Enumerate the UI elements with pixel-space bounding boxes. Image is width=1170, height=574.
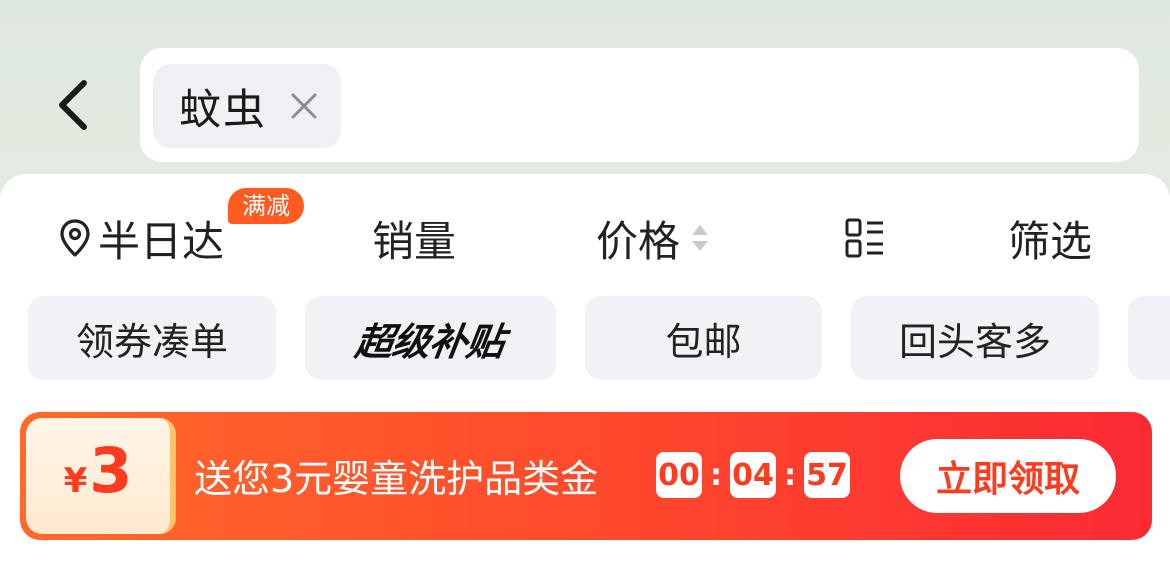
coupon-banner[interactable]: ¥ 3 送您3元婴童洗护品类金 00 : 04 : 57 立即领取	[20, 412, 1152, 540]
promo-badge: 满减	[228, 188, 304, 224]
close-icon[interactable]	[289, 91, 319, 121]
coupon-message: 送您3元婴童洗护品类金	[194, 457, 599, 501]
tab-sales-label: 销量	[372, 216, 457, 266]
countdown-timer: 00 : 04 : 57	[656, 452, 850, 498]
tab-half-day-label: 半日达	[98, 216, 225, 266]
back-button[interactable]	[40, 70, 104, 140]
coupon-currency: ¥	[63, 461, 88, 501]
quick-filter-more[interactable]	[1128, 296, 1170, 380]
location-pin-icon	[60, 219, 90, 257]
super-subsidy-logo: 超级补贴	[352, 319, 508, 364]
claim-coupon-button[interactable]: 立即领取	[900, 439, 1116, 513]
countdown-minutes: 04	[730, 452, 776, 498]
countdown-hours: 00	[656, 452, 702, 498]
results-panel: 半日达 满减 销量 价格 筛选 领券凑单 超级补贴 包邮 回头客多 ¥ 3 送您…	[0, 174, 1170, 574]
tab-half-day-delivery[interactable]: 半日达	[58, 208, 224, 268]
sort-updown-icon	[692, 225, 709, 251]
quick-filter-label: 包邮	[665, 319, 742, 364]
tab-sales[interactable]: 销量	[372, 208, 456, 268]
coupon-ticket: ¥ 3	[26, 418, 176, 534]
layout-toggle-button[interactable]	[844, 214, 886, 262]
countdown-seconds: 57	[804, 452, 850, 498]
countdown-separator: :	[784, 457, 796, 493]
search-box[interactable]: 蚊虫	[140, 48, 1139, 162]
search-keyword-chip[interactable]: 蚊虫	[153, 64, 342, 148]
tab-price-label: 价格	[596, 216, 681, 266]
quick-filter-repeat-buyers[interactable]: 回头客多	[851, 296, 1099, 380]
tab-filter[interactable]: 筛选	[1008, 208, 1092, 268]
quick-filter-free-shipping[interactable]: 包邮	[585, 296, 822, 380]
search-keyword-text: 蚊虫	[179, 84, 268, 134]
coupon-amount: 3	[89, 434, 133, 507]
quick-filter-super-subsidy[interactable]: 超级补贴	[305, 296, 556, 380]
quick-filter-label: 回头客多	[898, 319, 1051, 364]
quick-filter-label: 领券凑单	[75, 319, 228, 364]
quick-filter-coupon[interactable]: 领券凑单	[28, 296, 276, 380]
list-layout-icon	[845, 218, 883, 258]
chevron-left-icon	[59, 80, 87, 130]
tab-filter-label: 筛选	[1008, 216, 1093, 266]
tab-price[interactable]: 价格	[596, 208, 710, 268]
countdown-separator: :	[710, 457, 722, 493]
